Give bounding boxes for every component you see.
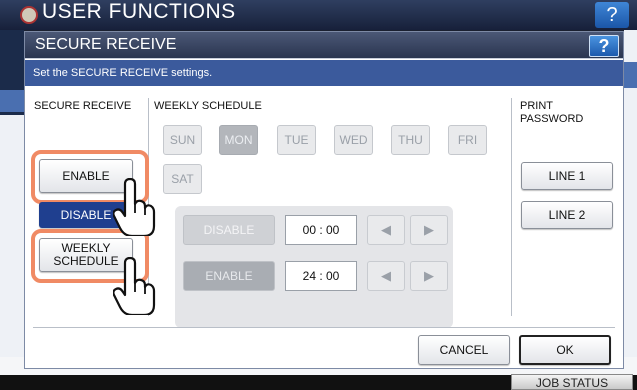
column-divider-right (511, 98, 512, 316)
line-2-button[interactable]: LINE 2 (521, 201, 613, 229)
background-right-strip (624, 30, 637, 390)
enable-time-right-arrow-icon[interactable]: ▶ (410, 261, 448, 291)
day-fri-button[interactable]: FRI (448, 125, 487, 155)
print-password-heading: PRINT PASSWORD (520, 100, 584, 125)
background-left-strip (0, 30, 24, 390)
secure-receive-heading: SECURE RECEIVE (34, 100, 132, 112)
weekly-schedule-heading: WEEKLY SCHEDULE (154, 100, 262, 112)
line-1-button[interactable]: LINE 1 (521, 162, 613, 190)
day-thu-button[interactable]: THU (391, 125, 430, 155)
enable-time-field[interactable]: 24 : 00 (285, 261, 357, 291)
dialog-help-button[interactable]: ? (589, 35, 619, 57)
footer-divider (33, 327, 615, 328)
disable-time-field[interactable]: 00 : 00 (285, 215, 357, 245)
schedule-disable-button[interactable]: DISABLE (183, 215, 275, 245)
schedule-enable-button[interactable]: ENABLE (183, 261, 275, 291)
day-sun-button[interactable]: SUN (163, 125, 202, 155)
ok-button[interactable]: OK (519, 335, 611, 365)
background-help-button[interactable]: ? (595, 2, 629, 28)
day-tue-button[interactable]: TUE (277, 125, 316, 155)
screen: USER FUNCTIONS ? JOB STATUS SECURE RECEI… (0, 0, 637, 390)
day-mon-button[interactable]: MON (219, 125, 258, 155)
instruction-text: Set the SECURE RECEIVE settings. (33, 67, 213, 79)
cancel-button[interactable]: CANCEL (418, 335, 510, 365)
job-status-button[interactable]: JOB STATUS (511, 374, 633, 390)
dialog-title: SECURE RECEIVE (35, 36, 177, 53)
secure-receive-dialog: SECURE RECEIVE ? Set the SECURE RECEIVE … (24, 31, 624, 369)
tap-hand-icon (113, 178, 156, 236)
disable-time-right-arrow-icon[interactable]: ▶ (410, 215, 448, 245)
day-sat-button[interactable]: SAT (163, 164, 202, 194)
weekly-label-line2: SCHEDULE (53, 254, 119, 268)
day-wed-button[interactable]: WED (334, 125, 373, 155)
enable-time-left-arrow-icon[interactable]: ◀ (367, 261, 405, 291)
disable-time-left-arrow-icon[interactable]: ◀ (367, 215, 405, 245)
logo-icon (20, 6, 38, 24)
tap-hand-icon (113, 257, 156, 315)
background-title: USER FUNCTIONS (42, 0, 236, 23)
